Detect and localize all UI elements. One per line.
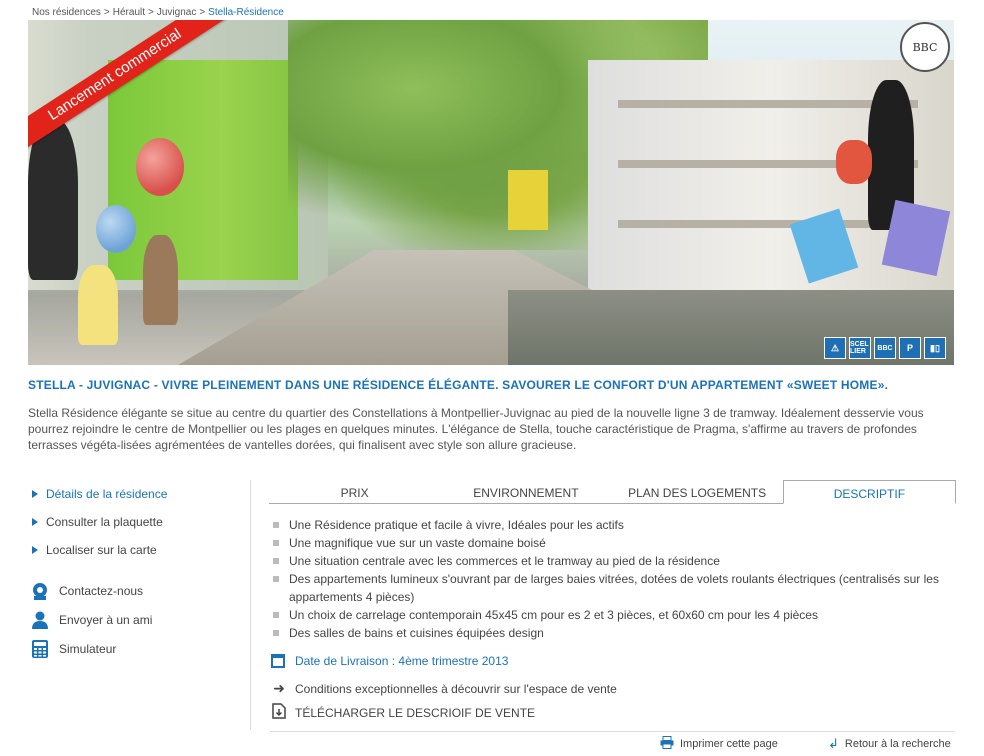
divider [270,731,955,732]
tab-bar: PRIX ENVIRONNEMENT PLAN DES LOGEMENTS DE… [269,480,956,504]
parking-icon: P [899,337,921,359]
arrow-right-icon [32,490,38,498]
tab-prix[interactable]: PRIX [269,480,440,503]
bbc-badge: BBC [874,337,896,359]
tab-descriptif[interactable]: DESCRIPTIF [782,480,956,504]
hero-image: Lancement commercial BBC ⚠ SCEL LIER BBC… [28,20,954,365]
feature-badges: ⚠ SCEL LIER BBC P ▮▯ [824,337,946,359]
bbc-seal: BBC [900,22,950,72]
download-descriptif-label: TÉLÉCHARGER LE DESCRIOIF DE VENTE [295,705,536,720]
sidebar-item-label: Consulter la plaquette [46,515,163,529]
delivery-date-text: Date de Livraison : 4ème trimestre 2013 [295,654,509,668]
simulator-label: Simulateur [59,641,117,656]
breadcrumb-separator: > [199,7,206,18]
list-item: Des salles de bains et cuisines équipées… [271,624,951,642]
arrow-right-icon [32,546,38,554]
calculator-icon [30,639,50,659]
breadcrumb-separator: > [103,7,110,18]
conditions-link[interactable]: ➜ Conditions exceptionnelles à découvrir… [271,680,617,697]
scellier-badge: SCEL LIER [849,337,871,359]
sidebar-item-details[interactable]: Détails de la résidence [30,480,240,508]
list-item: Un choix de carrelage contemporain 45x45… [271,606,951,624]
intro-text: Stella Résidence élégante se situe au ce… [28,406,924,452]
warning-icon: ⚠ [824,337,846,359]
girl-figure [78,265,118,345]
sidebar-item-label: Localiser sur la carte [46,543,157,557]
back-to-search-label: Retour à la recherche [844,738,951,750]
blue-balloon [96,205,136,253]
details-panel: PRIX ENVIRONNEMENT PLAN DES LOGEMENTS DE… [250,480,956,730]
elevator-icon: ▮▯ [924,337,946,359]
yellow-facade [508,170,548,230]
list-item: Une magnifique vue sur un vaste domaine … [271,534,951,552]
tab-environnement[interactable]: ENVIRONNEMENT [440,480,611,503]
boy-figure [143,235,178,325]
calendar-icon [271,654,285,668]
send-to-friend-label: Envoyer à un ami [59,612,153,627]
red-handbag [836,140,872,184]
features-list: Une Résidence pratique et facile à vivre… [271,516,951,642]
delivery-date: Date de Livraison : 4ème trimestre 2013 [271,654,508,668]
user-icon [30,610,50,630]
list-item: Une situation centrale avec les commerce… [271,552,951,570]
sidebar-item-map[interactable]: Localiser sur la carte [30,536,240,564]
print-page-link[interactable]: Imprimer cette page [660,736,778,752]
arrow-right-icon [32,518,38,526]
printer-icon [660,736,674,752]
print-page-label: Imprimer cette page [680,738,778,750]
page-title: STELLA - JUVIGNAC - VIVRE PLEINEMENT DAN… [28,378,889,392]
sidebar-item-brochure[interactable]: Consulter la plaquette [30,508,240,536]
back-to-search-link[interactable]: ↲ Retour à la recherche [828,736,951,752]
breadcrumb-herault[interactable]: Hérault [113,7,145,18]
list-item: Une Résidence pratique et facile à vivre… [271,516,951,534]
breadcrumb-separator: > [148,7,154,18]
download-descriptif-link[interactable]: TÉLÉCHARGER LE DESCRIOIF DE VENTE [271,703,535,722]
conditions-label: Conditions exceptionnelles à découvrir s… [295,681,617,696]
sidebar-item-label: Détails de la résidence [46,487,168,501]
contact-us-link[interactable]: Contactez-nous [30,576,240,605]
breadcrumb-current: Stella-Résidence [208,7,284,18]
return-arrow-icon: ↲ [828,736,839,751]
tab-plan-logements[interactable]: PLAN DES LOGEMENTS [612,480,783,503]
woman-left-figure [28,120,78,280]
list-item: Des appartements lumineux s'ouvrant par … [271,570,951,606]
breadcrumb-juvignac[interactable]: Juvignac [157,7,196,18]
simulator-link[interactable]: Simulateur [30,634,240,663]
contact-us-label: Contactez-nous [59,583,144,598]
contact-icon [30,581,50,601]
arrow-right-icon: ➜ [273,680,285,696]
download-icon [271,703,287,722]
breadcrumb: Nos résidences > Hérault > Juvignac > Stella-R… [32,7,284,18]
send-to-friend-link[interactable]: Envoyer à un ami [30,605,240,634]
red-balloon [136,138,184,196]
sidebar: Détails de la résidence Consulter la pla… [30,480,240,663]
breadcrumb-residences[interactable]: Nos résidences [32,7,101,18]
